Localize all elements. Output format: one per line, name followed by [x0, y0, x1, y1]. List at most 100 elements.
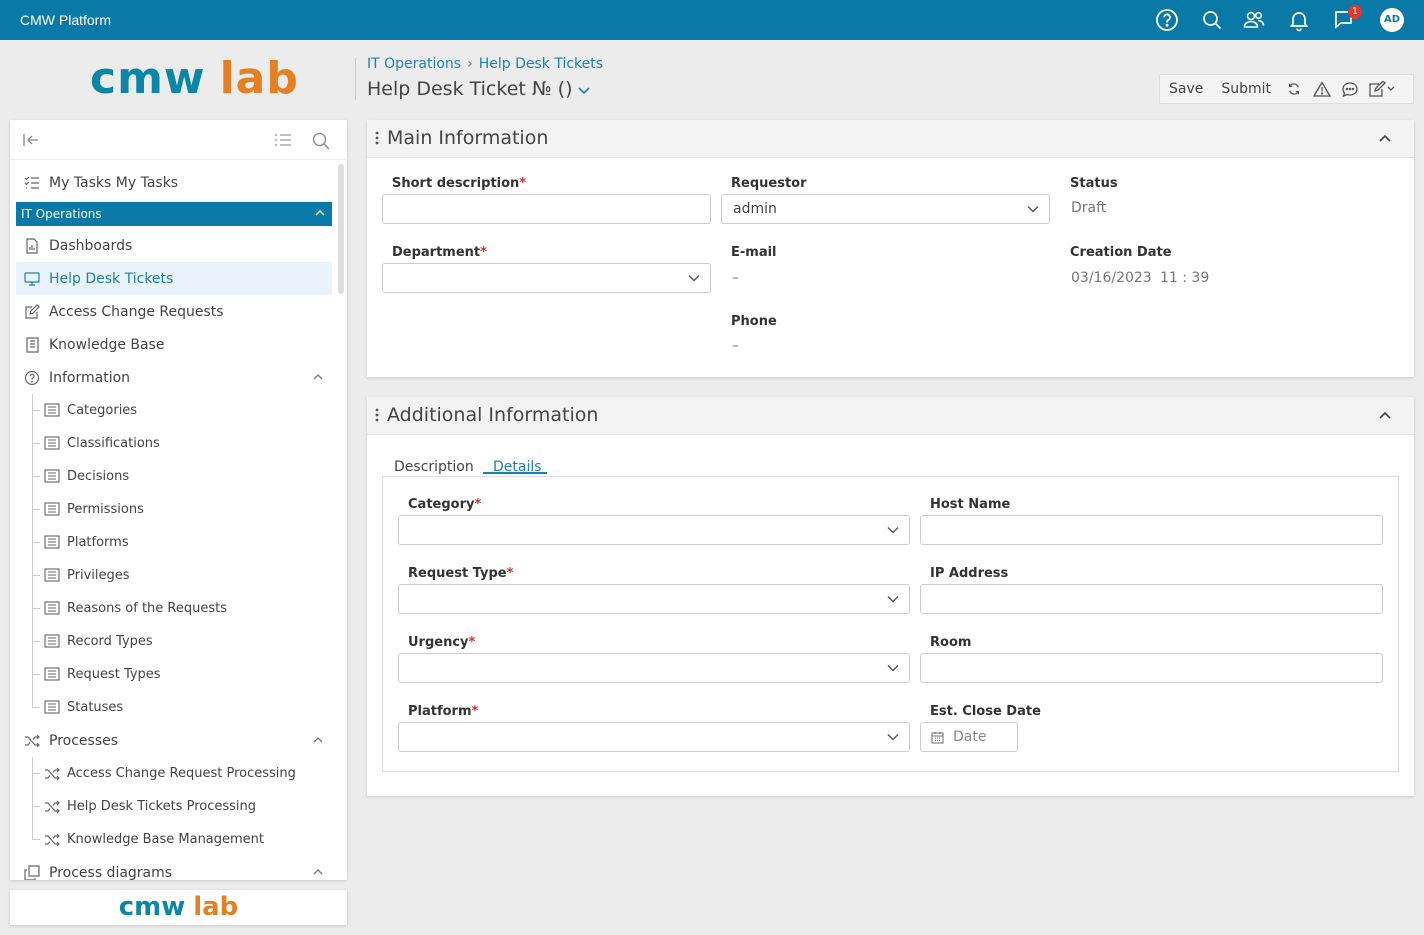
shuffle-icon: [44, 766, 60, 782]
collapse-sidebar-icon[interactable]: [22, 132, 40, 148]
breadcrumb: IT Operations › Help Desk Tickets: [367, 56, 603, 72]
sidebar-item-help-desk-tickets[interactable]: Help Desk Tickets: [16, 262, 332, 295]
platform-select[interactable]: [398, 722, 910, 752]
platform-label: Platform*: [408, 704, 479, 719]
request-type-select[interactable]: [398, 584, 910, 614]
host-name-input[interactable]: [920, 515, 1383, 545]
requestor-select[interactable]: admin: [721, 194, 1050, 224]
search-icon[interactable]: [1200, 8, 1224, 32]
est-close-date-label: Est. Close Date: [930, 704, 1041, 719]
chevron-up-icon[interactable]: [1378, 133, 1392, 143]
page-title[interactable]: Help Desk Ticket № (): [367, 78, 591, 100]
sidebar-subitem-categories[interactable]: Categories: [10, 394, 338, 427]
users-icon[interactable]: [1242, 8, 1266, 32]
drag-handle-icon[interactable]: [375, 131, 379, 145]
chevron-up-icon[interactable]: [312, 372, 324, 382]
calendar-icon[interactable]: [931, 731, 944, 744]
sidebar-subitem-statuses[interactable]: Statuses: [10, 691, 338, 724]
sidebar-item-my-tasks[interactable]: My Tasks My Tasks: [10, 166, 338, 199]
warning-icon[interactable]: [1308, 75, 1336, 103]
short-description-input[interactable]: [382, 194, 711, 224]
chevron-down-icon[interactable]: [887, 664, 899, 672]
sidebar-header: [10, 120, 347, 160]
details-tab-content: Category* Host Name Request Type* IP Add…: [382, 476, 1399, 772]
help-icon[interactable]: [1155, 8, 1179, 32]
creation-time-value: 11 : 39: [1160, 270, 1210, 286]
sidebar-footer-logo: cmw lab: [10, 890, 347, 925]
list-icon: [44, 501, 60, 518]
chevron-down-icon[interactable]: [887, 526, 899, 534]
bell-icon[interactable]: [1287, 8, 1311, 32]
main-information-panel: Main Information Short description* Requ…: [367, 120, 1414, 377]
sidebar-search-icon[interactable]: [312, 132, 330, 150]
header-divider: [355, 58, 356, 100]
sidebar-scrollbar[interactable]: [338, 164, 344, 294]
sidebar-subitem-classifications[interactable]: Classifications: [10, 427, 338, 460]
email-label: E-mail: [731, 245, 777, 260]
edit-icon[interactable]: [1364, 75, 1400, 103]
chevron-down-icon[interactable]: [887, 595, 899, 603]
refresh-icon[interactable]: [1280, 75, 1308, 103]
chevron-down-icon[interactable]: [887, 733, 899, 741]
sidebar-subitem-decisions[interactable]: Decisions: [10, 460, 338, 493]
copy-icon: [24, 864, 40, 880]
save-button[interactable]: Save: [1160, 81, 1212, 97]
sidebar-subitem-kb-management[interactable]: Knowledge Base Management: [10, 823, 338, 856]
sidebar-subitem-request-types[interactable]: Request Types: [10, 658, 338, 691]
ip-address-input[interactable]: [920, 584, 1383, 614]
app-title[interactable]: CMW Platform: [20, 12, 111, 28]
list-view-icon[interactable]: [274, 132, 292, 148]
main-information-header[interactable]: Main Information: [367, 120, 1414, 158]
comment-icon[interactable]: [1336, 75, 1364, 103]
sidebar-subitem-access-change-processing[interactable]: Access Change Request Processing: [10, 757, 338, 790]
status-label: Status: [1070, 176, 1118, 191]
sidebar-subitem-privileges[interactable]: Privileges: [10, 559, 338, 592]
panel-title: Additional Information: [387, 404, 599, 426]
sidebar-subitem-help-desk-processing[interactable]: Help Desk Tickets Processing: [10, 790, 338, 823]
chevron-up-icon[interactable]: [1378, 410, 1392, 420]
chevron-down-icon[interactable]: [577, 83, 591, 97]
avatar[interactable]: AD: [1380, 8, 1404, 32]
form-toolbar: Save Submit: [1159, 74, 1414, 104]
email-value: –: [732, 270, 739, 286]
chevron-up-icon[interactable]: [312, 735, 324, 745]
sidebar-subitem-platforms[interactable]: Platforms: [10, 526, 338, 559]
urgency-select[interactable]: [398, 653, 910, 683]
sidebar-item-information[interactable]: Information: [10, 361, 338, 394]
department-select[interactable]: [382, 263, 711, 293]
sidebar-item-access-change-requests[interactable]: Access Change Requests: [10, 295, 338, 328]
sidebar-nav: My Tasks My Tasks IT Operations Dashboar…: [10, 166, 338, 880]
active-tab-indicator: [483, 472, 547, 474]
status-value: Draft: [1071, 200, 1107, 216]
sidebar-subitem-permissions[interactable]: Permissions: [10, 493, 338, 526]
breadcrumb-item[interactable]: IT Operations: [367, 56, 461, 72]
sidebar-subitem-record-types[interactable]: Record Types: [10, 625, 338, 658]
est-close-date-input[interactable]: Date: [920, 722, 1018, 752]
chevron-down-icon[interactable]: [1027, 205, 1039, 213]
shuffle-icon: [44, 799, 60, 815]
chevron-down-icon[interactable]: [688, 274, 700, 282]
category-select[interactable]: [398, 515, 910, 545]
edit-icon: [24, 303, 40, 320]
chevron-right-icon: ›: [467, 56, 473, 72]
sidebar-item-process-diagrams[interactable]: Process diagrams: [10, 856, 338, 880]
sidebar: My Tasks My Tasks IT Operations Dashboar…: [10, 120, 347, 880]
chevron-up-icon[interactable]: [312, 867, 324, 877]
department-label: Department*: [392, 245, 487, 260]
sidebar-group-it-operations[interactable]: IT Operations: [16, 202, 332, 226]
sidebar-subitem-reasons[interactable]: Reasons of the Requests: [10, 592, 338, 625]
room-input[interactable]: [920, 653, 1383, 683]
sidebar-item-knowledge-base[interactable]: Knowledge Base: [10, 328, 338, 361]
tab-description[interactable]: Description: [394, 459, 474, 475]
top-bar: CMW Platform 1 AD: [0, 0, 1424, 40]
tasks-icon: [24, 175, 40, 191]
additional-information-header[interactable]: Additional Information: [367, 397, 1414, 435]
sidebar-item-processes[interactable]: Processes: [10, 724, 338, 757]
submit-button[interactable]: Submit: [1212, 81, 1280, 97]
list-icon: [44, 666, 60, 683]
drag-handle-icon[interactable]: [375, 408, 379, 422]
breadcrumb-item[interactable]: Help Desk Tickets: [479, 56, 603, 72]
book-icon: [24, 336, 40, 353]
sidebar-item-dashboards[interactable]: Dashboards: [10, 229, 338, 262]
chevron-up-icon[interactable]: [314, 208, 326, 218]
